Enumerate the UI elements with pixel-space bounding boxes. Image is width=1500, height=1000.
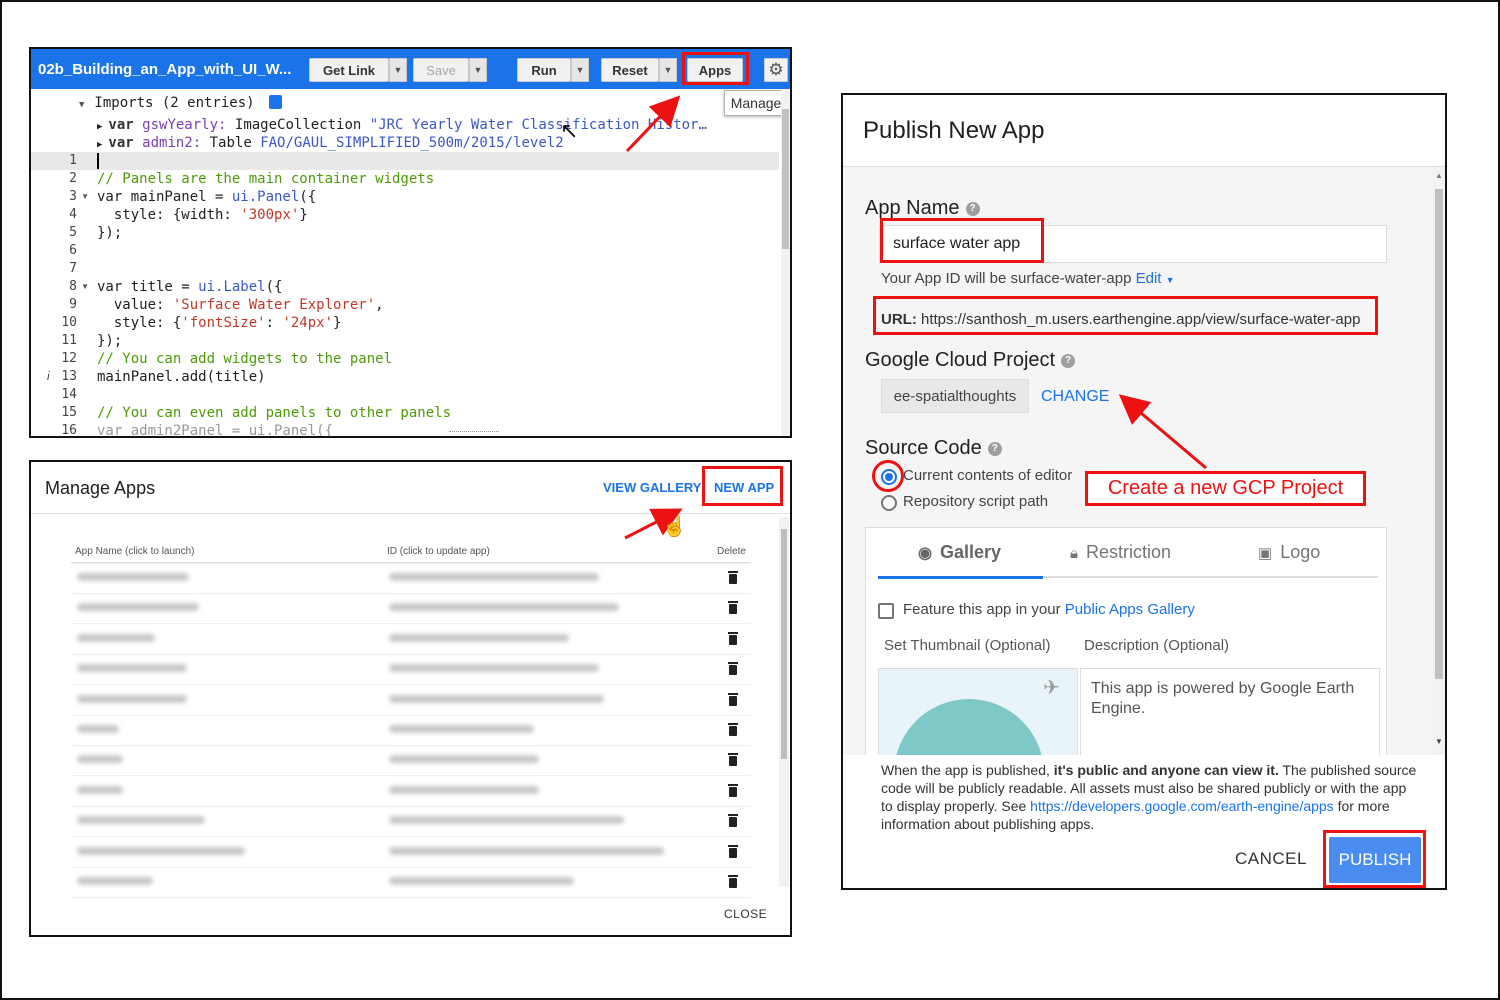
hand-pointer-icon: ☝ [662,516,687,538]
annotation-arrows [624,95,1207,540]
mouse-pointer-icon: ↖ [560,118,579,143]
arrow-to-change [1118,394,1207,470]
arrow-to-apps [625,95,681,153]
